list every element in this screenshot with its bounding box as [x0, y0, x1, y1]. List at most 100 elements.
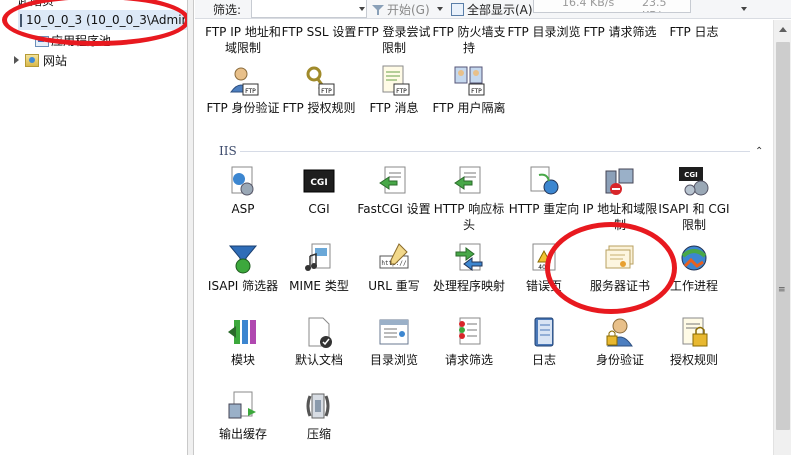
feature-ftp-logon-attempts[interactable]: FTP 登录尝试限制	[355, 24, 433, 56]
fastcgi-icon	[379, 166, 406, 194]
feature-ftp-directory-browsing[interactable]: FTP 目录浏览	[505, 24, 583, 40]
feature-ftp-firewall[interactable]: FTP 防火墙支持	[430, 24, 508, 56]
tree-item-label: 起始页	[18, 0, 55, 8]
svg-text:404: 404	[538, 264, 550, 271]
feature-label: URL 重写	[368, 279, 420, 293]
tree-item-start-page[interactable]: 起始页	[18, 0, 54, 10]
feature-ftp-request-filtering[interactable]: FTP 请求筛选	[581, 24, 659, 40]
handler-mappings-icon	[455, 243, 483, 271]
feature-modules[interactable]: 模块	[204, 316, 282, 368]
http-response-headers-icon	[454, 166, 481, 194]
tree-item-server[interactable]: 10_0_0_3 (10_0_0_3\Administrator)	[18, 10, 187, 30]
feature-output-caching[interactable]: 输出缓存	[204, 390, 282, 442]
feature-label: 请求筛选	[444, 353, 493, 367]
feature-mime-types[interactable]: MIME 类型	[280, 242, 358, 294]
server-icon	[20, 13, 22, 27]
feature-fastcgi[interactable]: FastCGI 设置	[355, 165, 433, 217]
feature-label: 默认文档	[294, 353, 343, 367]
feature-label: 输出缓存	[218, 427, 267, 441]
show-all-label: 全部显示(A)	[467, 3, 533, 17]
speed-readout-2: 23.5 KB/s	[642, 0, 667, 12]
group-by-dropdown-icon[interactable]	[741, 7, 747, 11]
filter-dropdown-icon[interactable]	[359, 7, 365, 11]
scroll-up-arrow-icon[interactable]	[779, 27, 787, 32]
tree-item-label: 10_0_0_3 (10_0_0_3\Administrator)	[26, 13, 187, 27]
feature-default-document[interactable]: 默认文档	[280, 316, 358, 368]
feature-logging[interactable]: 日志	[505, 316, 583, 368]
feature-ftp-logging[interactable]: FTP 日志	[655, 24, 733, 40]
feature-label: FTP 用户隔离	[432, 101, 506, 115]
feature-ftp-authorization[interactable]: FTP FTP 授权规则	[280, 64, 358, 116]
feature-label: 压缩	[306, 427, 331, 441]
feature-http-response-headers[interactable]: HTTP 响应标头	[430, 165, 508, 233]
svg-text:FTP: FTP	[245, 88, 256, 95]
feature-ftp-ssl[interactable]: FTP SSL 设置	[280, 24, 358, 40]
feature-url-rewrite[interactable]: http:// URL 重写	[355, 242, 433, 294]
feature-ip-domain-restrictions[interactable]: IP 地址和域限制	[581, 165, 659, 233]
vertical-scrollbar[interactable]: ≡	[773, 20, 791, 455]
tree-item-label: 网站	[43, 53, 68, 68]
sites-folder-icon	[25, 53, 39, 67]
feature-label: FTP 消息	[369, 101, 419, 115]
feature-isapi-cgi-restrictions[interactable]: CGI ISAPI 和 CGI 限制	[655, 165, 733, 233]
feature-authorization-rules[interactable]: 授权规则	[655, 316, 733, 368]
app-pool-icon	[34, 34, 49, 47]
feature-label: 错误页	[525, 279, 562, 293]
filter-input[interactable]	[251, 0, 367, 18]
feature-label: IP 地址和域限制	[582, 202, 658, 232]
asp-icon	[231, 166, 254, 196]
feature-handler-mappings[interactable]: 处理程序映射	[430, 242, 508, 294]
feature-label: 工作进程	[669, 279, 718, 293]
feature-cgi[interactable]: CGI CGI	[280, 165, 358, 217]
expand-arrow-icon[interactable]	[14, 56, 19, 64]
feature-label: MIME 类型	[289, 279, 349, 293]
tree-item-app-pools[interactable]: 应用程序池	[34, 30, 111, 50]
feature-label: HTTP 响应标头	[433, 202, 505, 232]
feature-isapi-filters[interactable]: ISAPI 筛选器	[204, 242, 282, 294]
feature-ftp-messages[interactable]: FTP FTP 消息	[355, 64, 433, 116]
feature-worker-processes[interactable]: 工作进程	[655, 242, 733, 294]
feature-label: 服务器证书	[589, 279, 650, 293]
output-caching-icon	[228, 391, 256, 419]
feature-error-pages[interactable]: 404 错误页	[505, 242, 583, 294]
feature-label: 身份验证	[595, 353, 644, 367]
pane-splitter[interactable]	[187, 0, 194, 455]
logging-icon	[534, 317, 554, 347]
collapse-chevron-icon[interactable]: ⌃	[755, 146, 763, 157]
feature-ftp-user-isolation[interactable]: FTP FTP 用户隔离	[430, 64, 508, 116]
authentication-icon	[606, 318, 633, 347]
svg-text:FTP: FTP	[471, 88, 482, 95]
directory-browsing-icon	[379, 319, 409, 345]
feature-label: ISAPI 和 CGI 限制	[658, 202, 730, 232]
error-pages-icon: 404	[532, 243, 556, 271]
feature-label: ASP	[231, 202, 255, 216]
feature-ftp-authentication[interactable]: FTP FTP 身份验证	[204, 64, 282, 116]
ftp-key-icon: FTP	[306, 66, 335, 96]
feature-compression[interactable]: 压缩	[280, 390, 358, 442]
start-button[interactable]: 开始(G)	[372, 1, 430, 18]
request-filtering-icon	[459, 317, 481, 345]
feature-label: FastCGI 设置	[357, 202, 431, 216]
filter-toolbar: 筛选: 开始(G) 全部显示(A) 16.4 KB/s 23.5 KB/s	[195, 0, 791, 19]
feature-directory-browsing[interactable]: 目录浏览	[355, 316, 433, 368]
feature-asp[interactable]: ASP	[204, 165, 282, 217]
http-redirect-icon	[530, 166, 559, 195]
show-all-icon	[451, 3, 464, 16]
show-all-button[interactable]: 全部显示(A)	[451, 1, 533, 18]
feature-label: FTP 授权规则	[282, 101, 356, 115]
feature-ftp-ip-restrictions[interactable]: FTP IP 地址和域限制	[204, 24, 282, 56]
feature-server-certificates[interactable]: 服务器证书	[581, 242, 659, 294]
scrollbar-thumb[interactable]	[776, 42, 790, 430]
feature-label: 授权规则	[669, 353, 718, 367]
start-dropdown-icon[interactable]	[437, 7, 443, 11]
feature-label: 模块	[230, 353, 255, 367]
feature-authentication[interactable]: 身份验证	[581, 316, 659, 368]
feature-request-filtering[interactable]: 请求筛选	[430, 316, 508, 368]
feature-label: 日志	[531, 353, 556, 367]
cgi-icon: CGI	[303, 169, 335, 193]
scrollbar-grip-icon: ≡	[778, 285, 786, 295]
tree-item-label: 应用程序池	[51, 33, 112, 48]
svg-text:CGI: CGI	[310, 178, 327, 188]
feature-http-redirect[interactable]: HTTP 重定向	[505, 165, 583, 217]
tree-item-sites[interactable]: 网站	[14, 50, 67, 70]
